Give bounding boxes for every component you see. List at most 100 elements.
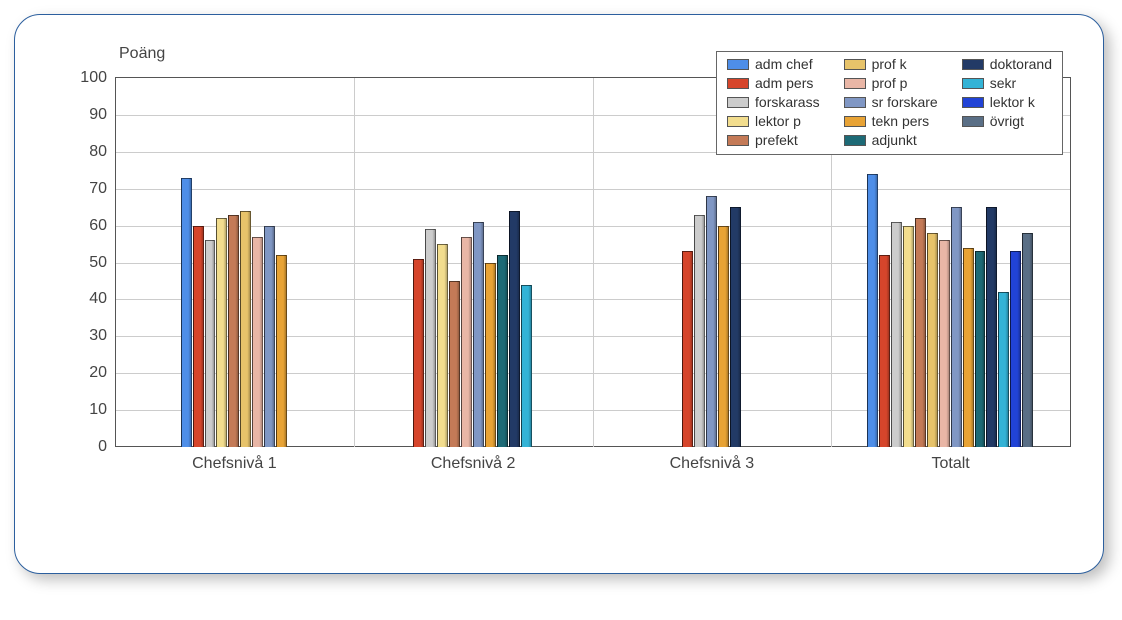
legend-item: adjunkt bbox=[844, 132, 938, 148]
bar bbox=[497, 255, 508, 447]
legend-label: sr forskare bbox=[872, 94, 938, 110]
bar bbox=[461, 237, 472, 447]
x-category-label: Chefsnivå 1 bbox=[192, 455, 277, 473]
legend-item: sekr bbox=[962, 75, 1052, 91]
legend-label: övrigt bbox=[990, 113, 1024, 129]
y-tick-label: 90 bbox=[63, 106, 107, 124]
legend-label: adm pers bbox=[755, 75, 813, 91]
gridline-v bbox=[593, 78, 594, 447]
legend-item: tekn pers bbox=[844, 113, 938, 129]
bar bbox=[216, 218, 227, 447]
x-category-label: Totalt bbox=[932, 455, 970, 473]
legend-swatch bbox=[962, 97, 984, 108]
legend-swatch bbox=[844, 59, 866, 70]
legend-swatch bbox=[727, 97, 749, 108]
bar bbox=[718, 226, 729, 447]
bar bbox=[903, 226, 914, 447]
legend-swatch bbox=[727, 116, 749, 127]
bar bbox=[682, 251, 693, 447]
bar bbox=[449, 281, 460, 447]
bar bbox=[521, 285, 532, 447]
bar bbox=[998, 292, 1009, 447]
bar bbox=[867, 174, 878, 447]
legend-label: lektor k bbox=[990, 94, 1035, 110]
bar bbox=[193, 226, 204, 447]
bar bbox=[975, 251, 986, 447]
legend-swatch bbox=[844, 97, 866, 108]
legend-item: sr forskare bbox=[844, 94, 938, 110]
y-tick-label: 80 bbox=[63, 143, 107, 161]
bar bbox=[252, 237, 263, 447]
legend-label: tekn pers bbox=[872, 113, 930, 129]
legend-item: adm chef bbox=[727, 56, 820, 72]
bar bbox=[425, 229, 436, 447]
bar bbox=[228, 215, 239, 447]
legend-item: prof p bbox=[844, 75, 938, 91]
bar bbox=[240, 211, 251, 447]
bar bbox=[509, 211, 520, 447]
legend-swatch bbox=[962, 59, 984, 70]
gridline-v bbox=[354, 78, 355, 447]
bar bbox=[276, 255, 287, 447]
y-tick-label: 60 bbox=[63, 217, 107, 235]
bar bbox=[706, 196, 717, 447]
bar bbox=[927, 233, 938, 447]
bar bbox=[879, 255, 890, 447]
y-tick-label: 20 bbox=[63, 364, 107, 382]
bar bbox=[915, 218, 926, 447]
bar bbox=[1010, 251, 1021, 447]
bar bbox=[264, 226, 275, 447]
legend-swatch bbox=[844, 78, 866, 89]
bar bbox=[181, 178, 192, 447]
legend-item: prefekt bbox=[727, 132, 820, 148]
legend-item: doktorand bbox=[962, 56, 1052, 72]
bar bbox=[485, 263, 496, 448]
y-tick-label: 70 bbox=[63, 180, 107, 198]
bar bbox=[205, 240, 216, 447]
bar bbox=[730, 207, 741, 447]
legend-item: lektor p bbox=[727, 113, 820, 129]
x-category-label: Chefsnivå 2 bbox=[431, 455, 516, 473]
legend-item: adm pers bbox=[727, 75, 820, 91]
page: adm chef adm pers forskarass lektor p prefek… bbox=[0, 0, 1122, 620]
legend-label: lektor p bbox=[755, 113, 801, 129]
y-tick-label: 30 bbox=[63, 327, 107, 345]
legend-label: adm chef bbox=[755, 56, 813, 72]
legend-swatch bbox=[962, 78, 984, 89]
legend-label: sekr bbox=[990, 75, 1016, 91]
legend-label: adjunkt bbox=[872, 132, 917, 148]
legend-swatch bbox=[962, 116, 984, 127]
legend-swatch bbox=[727, 78, 749, 89]
legend: adm chef adm pers forskarass lektor p prefek… bbox=[716, 51, 1063, 155]
legend-label: prof p bbox=[872, 75, 908, 91]
y-tick-label: 0 bbox=[63, 438, 107, 456]
bar bbox=[694, 215, 705, 447]
legend-item: forskarass bbox=[727, 94, 820, 110]
legend-swatch bbox=[727, 135, 749, 146]
x-category-label: Chefsnivå 3 bbox=[670, 455, 755, 473]
legend-item: övrigt bbox=[962, 113, 1052, 129]
legend-swatch bbox=[727, 59, 749, 70]
bar bbox=[891, 222, 902, 447]
bar bbox=[1022, 233, 1033, 447]
y-tick-label: 50 bbox=[63, 254, 107, 272]
bar bbox=[473, 222, 484, 447]
legend-label: prof k bbox=[872, 56, 907, 72]
y-tick-label: 10 bbox=[63, 401, 107, 419]
bar bbox=[963, 248, 974, 447]
bar bbox=[413, 259, 424, 447]
bar bbox=[951, 207, 962, 447]
bar bbox=[986, 207, 997, 447]
y-axis-label: Poäng bbox=[119, 45, 165, 63]
legend-swatch bbox=[844, 135, 866, 146]
legend-label: prefekt bbox=[755, 132, 798, 148]
legend-swatch bbox=[844, 116, 866, 127]
legend-item: prof k bbox=[844, 56, 938, 72]
legend-label: forskarass bbox=[755, 94, 820, 110]
legend-label: doktorand bbox=[990, 56, 1052, 72]
legend-item: lektor k bbox=[962, 94, 1052, 110]
bar bbox=[939, 240, 950, 447]
y-tick-label: 40 bbox=[63, 290, 107, 308]
y-tick-label: 100 bbox=[63, 69, 107, 87]
bar bbox=[437, 244, 448, 447]
